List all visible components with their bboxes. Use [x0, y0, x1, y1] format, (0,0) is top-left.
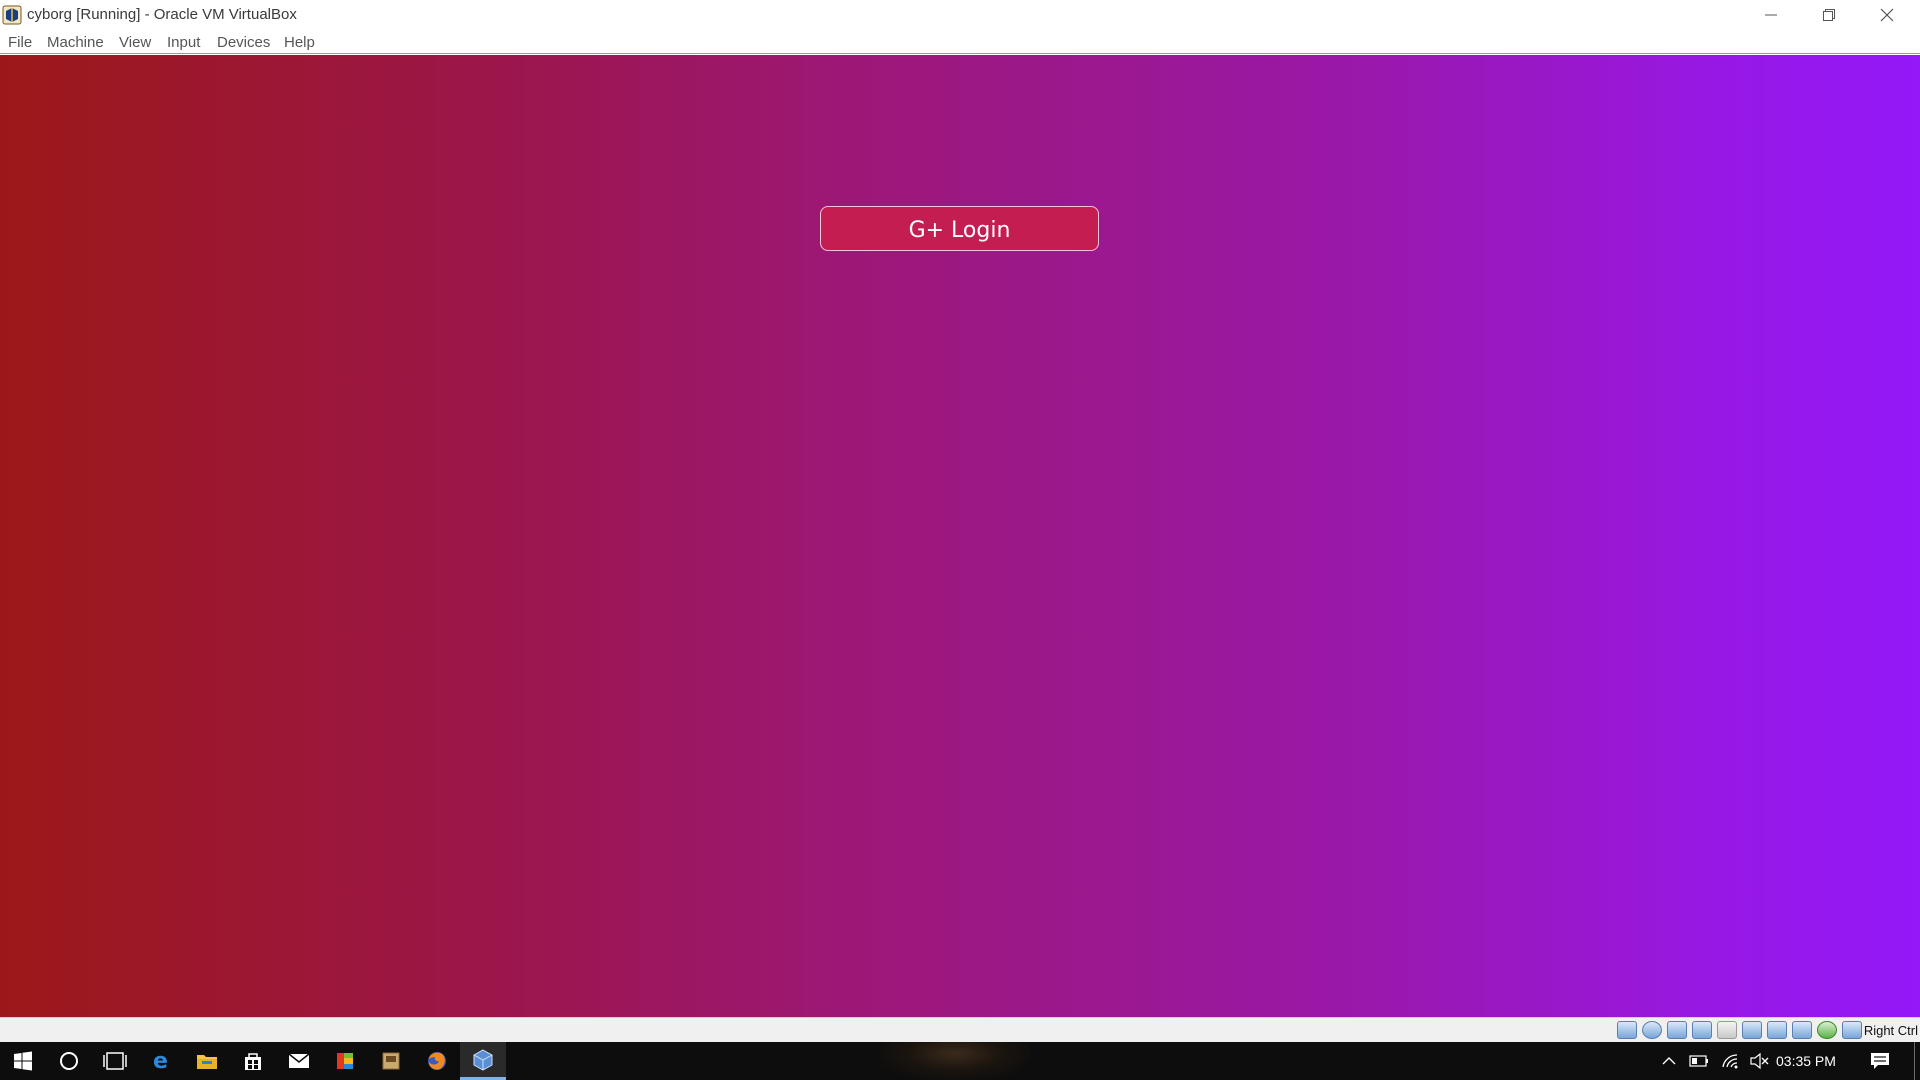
store-button[interactable]: [230, 1042, 276, 1080]
menu-devices[interactable]: Devices: [217, 34, 270, 51]
cortana-button[interactable]: [46, 1042, 92, 1080]
usb-icon[interactable]: [1717, 1021, 1737, 1039]
status-icons: [1617, 1021, 1862, 1039]
cortana-icon: [60, 1052, 78, 1070]
vm-display[interactable]: G+ Login: [0, 55, 1920, 1017]
svg-text:e: e: [153, 1050, 168, 1072]
network-icon[interactable]: [1692, 1021, 1712, 1039]
mail-icon: [288, 1053, 310, 1068]
firefox-icon: [428, 1052, 446, 1070]
store-icon: [245, 1053, 261, 1070]
file-explorer-button[interactable]: [184, 1042, 230, 1080]
volume-button[interactable]: [1748, 1042, 1772, 1080]
network-button[interactable]: [1718, 1042, 1744, 1080]
vm-status-bar: Right Ctrl: [0, 1017, 1920, 1042]
restore-icon: [1823, 9, 1835, 21]
show-desktop-button[interactable]: [1914, 1042, 1915, 1080]
virtualbox-icon: [473, 1048, 493, 1071]
task-view-icon: [103, 1052, 127, 1070]
menu-view[interactable]: View: [119, 34, 151, 51]
close-button[interactable]: [1858, 0, 1916, 30]
action-center-icon: [1871, 1053, 1889, 1069]
wallpaper-peek: [880, 1042, 1030, 1080]
menu-file[interactable]: File: [8, 34, 32, 51]
menu-input[interactable]: Input: [167, 34, 200, 51]
office-button[interactable]: [322, 1042, 368, 1080]
hard-disk-icon[interactable]: [1617, 1021, 1637, 1039]
firefox-button[interactable]: [414, 1042, 460, 1080]
edge-button[interactable]: e: [138, 1042, 184, 1080]
close-icon: [1880, 8, 1894, 22]
start-button[interactable]: [0, 1042, 46, 1080]
wifi-icon: [1722, 1054, 1738, 1069]
menu-help[interactable]: Help: [284, 34, 315, 51]
action-center-button[interactable]: [1860, 1042, 1900, 1080]
windows-start-icon: [14, 1051, 32, 1071]
restore-button[interactable]: [1800, 0, 1858, 30]
file-explorer-icon: [197, 1055, 217, 1069]
virtualbox-icon[interactable]: [2, 5, 22, 25]
window-title: cyborg [Running] - Oracle VM VirtualBox: [27, 6, 297, 23]
window-title-bar: cyborg [Running] - Oracle VM VirtualBox: [0, 0, 1920, 30]
app-button[interactable]: [368, 1042, 414, 1080]
battery-icon: [1689, 1055, 1708, 1067]
battery-button[interactable]: [1686, 1042, 1712, 1080]
shared-folders-icon[interactable]: [1742, 1021, 1762, 1039]
volume-muted-icon: [1750, 1053, 1769, 1069]
mail-button[interactable]: [276, 1042, 322, 1080]
host-key-label: Right Ctrl: [1863, 1023, 1918, 1038]
minimize-button[interactable]: [1742, 0, 1800, 30]
app-icon: [382, 1052, 400, 1070]
task-view-button[interactable]: [92, 1042, 138, 1080]
minimize-icon: [1765, 14, 1777, 16]
display-icon[interactable]: [1767, 1021, 1787, 1039]
cpu-icon[interactable]: [1817, 1021, 1837, 1039]
video-capture-icon[interactable]: [1792, 1021, 1812, 1039]
audio-icon[interactable]: [1667, 1021, 1687, 1039]
office-icon: [337, 1053, 353, 1069]
taskbar: e 03:35 PM: [0, 1042, 1920, 1080]
virtualbox-taskbar-button[interactable]: [460, 1042, 506, 1080]
show-hidden-icons-button[interactable]: [1658, 1042, 1680, 1080]
menu-bar: File Machine View Input Devices Help: [0, 30, 1920, 54]
mouse-integration-icon[interactable]: [1842, 1021, 1862, 1039]
menu-machine[interactable]: Machine: [47, 34, 104, 51]
google-plus-login-button[interactable]: G+ Login: [820, 206, 1099, 251]
optical-drive-icon[interactable]: [1642, 1021, 1662, 1039]
chevron-up-icon: [1662, 1057, 1676, 1065]
taskbar-clock[interactable]: 03:35 PM: [1776, 1053, 1836, 1069]
edge-icon: e: [153, 1050, 168, 1072]
